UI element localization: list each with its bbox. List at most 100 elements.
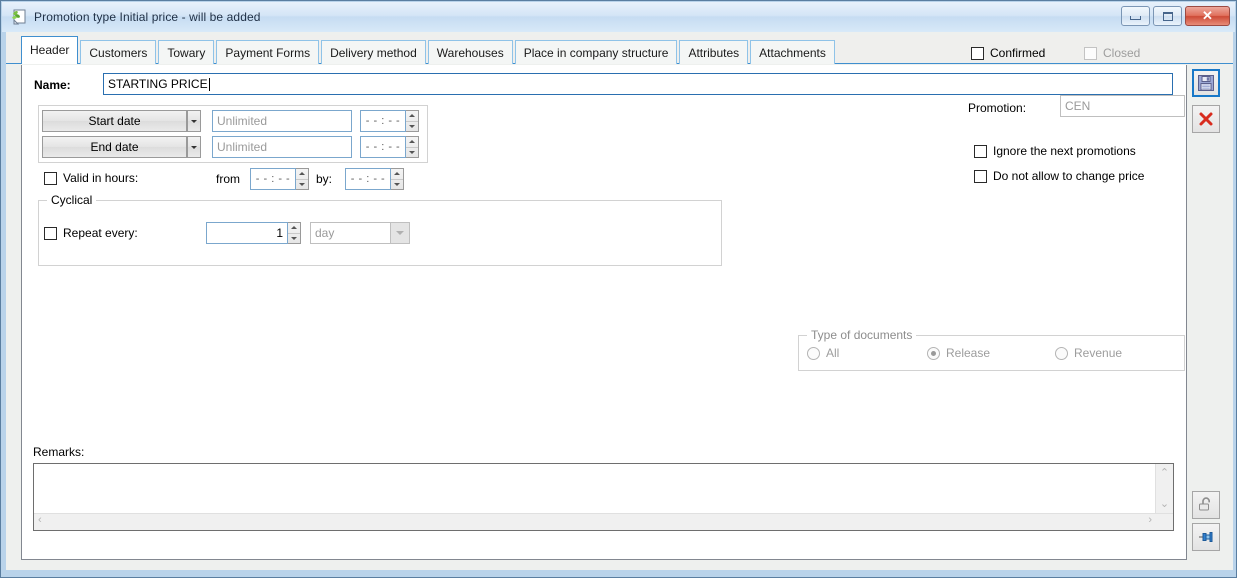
repeat-unit-dropdown-button[interactable] [390,222,410,244]
arrow-up-icon [291,226,297,230]
radio-button [927,346,940,360]
spin-up-button[interactable] [406,137,418,148]
valid-in-hours-checkbox[interactable]: Valid in hours: [44,171,138,185]
scroll-right-icon[interactable]: › [1148,515,1152,526]
chevron-down-icon [191,119,197,123]
do-not-allow-change-price-checkbox[interactable]: Do not allow to change price [974,169,1144,183]
repeat-every-label: Repeat every: [63,226,138,240]
tab-warehouses[interactable]: Warehouses [427,40,513,64]
tab-header[interactable]: Header [21,36,79,64]
valid-from-spinner[interactable]: - - : - - [250,168,309,190]
pin-icon [1199,532,1213,542]
end-date-input[interactable]: Unlimited [212,136,352,158]
spin-up-button[interactable] [391,169,403,180]
arrow-down-icon [409,150,415,154]
tab-towary[interactable]: Towary [158,40,215,64]
repeat-unit-value: day [310,222,390,244]
tab-attachments[interactable]: Attachments [750,40,835,64]
cyclical-group-title: Cyclical [47,193,97,207]
minimize-button[interactable] [1121,6,1150,26]
spin-up-button[interactable] [406,111,418,122]
maximize-button[interactable] [1153,6,1182,26]
valid-in-hours-label: Valid in hours: [63,171,139,185]
remarks-textarea[interactable] [34,464,1156,514]
name-input[interactable]: STARTING PRICE [103,73,1173,95]
ignore-next-promotions-label: Ignore the next promotions [993,144,1136,158]
valid-from-value: - - : - - [250,168,296,190]
start-date-input[interactable]: Unlimited [212,110,352,132]
valid-by-spin-buttons[interactable] [391,168,404,190]
chevron-down-icon [396,231,404,235]
radio-revenue: Revenue [1055,346,1122,360]
closed-checkbox: Closed [1084,46,1140,60]
do-not-allow-change-price-label: Do not allow to change price [993,169,1145,183]
maximize-icon [1162,11,1173,21]
repeat-count-stepper[interactable]: 1 [206,222,301,244]
end-date-placeholder: Unlimited [217,140,268,154]
promotion-input[interactable]: CEN [1060,95,1185,117]
spin-down-button[interactable] [296,180,308,190]
end-time-spinner[interactable]: - - : - - [360,136,419,158]
tab-label: Customers [89,46,148,60]
chevron-down-icon [191,145,197,149]
ignore-next-promotions-checkbox[interactable]: Ignore the next promotions [974,144,1136,158]
confirmed-checkbox[interactable]: Confirmed [971,46,1045,60]
checkbox-box [1084,46,1097,60]
end-date-button-label: End date [90,140,139,154]
spin-up-button[interactable] [288,223,300,234]
start-date-placeholder: Unlimited [217,114,268,128]
spin-down-button[interactable] [391,180,403,190]
open-padlock-icon [1199,497,1210,511]
radio-all-label: All [826,346,840,360]
tab-list: Header Customers Towary Payment Forms De… [21,36,835,64]
end-date-dropdown-button[interactable] [187,136,201,158]
spin-down-button[interactable] [406,148,418,158]
window-controls: ✕ [1121,6,1230,26]
radio-release-label: Release [946,346,991,360]
spin-down-button[interactable] [406,122,418,132]
tab-label: Towary [167,46,206,60]
tab-label: Warehouses [436,46,504,60]
valid-by-label: by: [316,172,333,186]
scroll-left-icon[interactable]: ‹ [38,515,42,526]
lock-button[interactable] [1192,491,1220,519]
valid-by-value: - - : - - [345,168,391,190]
start-time-spinner[interactable]: - - : - - [360,110,419,132]
scroll-up-icon[interactable]: ⌃ [1156,468,1173,479]
type-of-documents-group-title: Type of documents [807,328,917,342]
valid-from-spin-buttons[interactable] [296,168,309,190]
floppy-disk-icon [1198,75,1214,91]
close-button[interactable]: ✕ [1185,6,1230,26]
tab-label: Payment Forms [225,46,311,60]
arrow-up-icon [409,114,415,118]
repeat-unit-dropdown[interactable]: day [310,222,410,244]
tab-place-in-company-structure[interactable]: Place in company structure [514,40,678,64]
pin-button[interactable] [1192,523,1220,551]
remarks-horizontal-scrollbar[interactable]: ‹ › [34,513,1173,530]
tab-attributes[interactable]: Attributes [679,40,749,64]
repeat-count-spin-buttons[interactable] [288,222,301,244]
repeat-every-checkbox[interactable]: Repeat every: [44,226,138,240]
start-date-button[interactable]: Start date [42,110,187,132]
tab-customers[interactable]: Customers [80,40,157,64]
remarks-field[interactable]: ⌃ ⌄ ‹ › [33,463,1174,531]
start-date-dropdown-button[interactable] [187,110,201,132]
end-date-button[interactable]: End date [42,136,187,158]
end-time-spin-buttons[interactable] [406,136,419,158]
start-time-spin-buttons[interactable] [406,110,419,132]
end-time-value: - - : - - [360,136,406,158]
tab-delivery-method[interactable]: Delivery method [321,40,426,64]
cancel-button[interactable] [1192,105,1220,133]
spin-down-button[interactable] [288,234,300,244]
save-button[interactable] [1192,69,1220,97]
tab-payment-forms[interactable]: Payment Forms [216,40,320,64]
checkbox-box [974,169,987,183]
remarks-vertical-scrollbar[interactable]: ⌃ ⌄ [1155,464,1173,514]
radio-button [807,346,820,360]
scroll-down-icon[interactable]: ⌄ [1156,499,1173,510]
arrow-up-icon [409,140,415,144]
tab-label: Header [30,43,70,57]
valid-by-spinner[interactable]: - - : - - [345,168,404,190]
window-title: Promotion type Initial price - will be a… [34,10,261,24]
spin-up-button[interactable] [296,169,308,180]
